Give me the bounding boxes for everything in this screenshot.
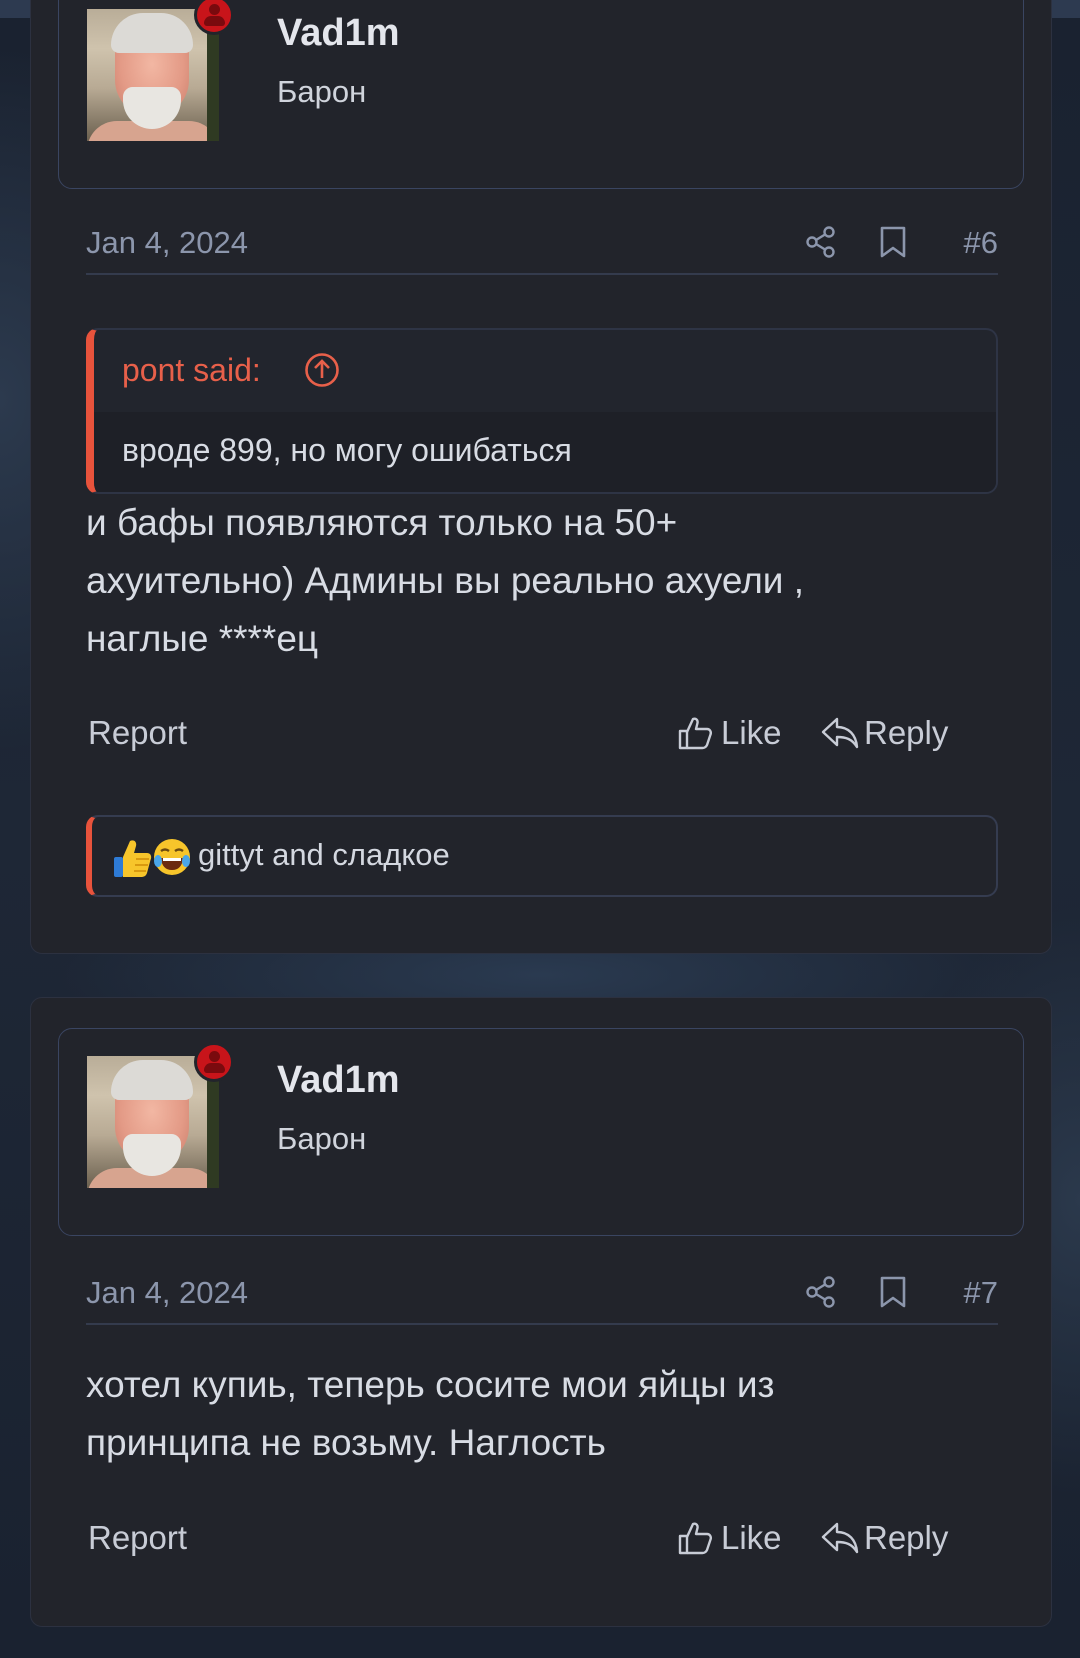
post-body: и бафы появляются только на 50+ ахуитель… [86, 494, 986, 668]
post-number[interactable]: #7 [964, 1275, 998, 1311]
thumbs-up-icon [678, 1522, 712, 1555]
laughing-emoji-icon [154, 839, 190, 875]
post-date[interactable]: Jan 4, 2024 [86, 1275, 248, 1311]
user-block: Vad1m Барон [58, 1028, 1024, 1236]
post-text-line: ахуительно) Админы вы реально ахуели , [86, 560, 805, 601]
share-icon[interactable] [804, 1275, 838, 1309]
reactions-bar[interactable]: gittyt and сладкое [86, 815, 998, 897]
username[interactable]: Vad1m [277, 1059, 400, 1102]
thumbs-up-emoji-icon [114, 840, 152, 877]
bookmark-icon[interactable] [878, 1275, 908, 1309]
post-text-line: хотел купиь, теперь сосите мои яйцы из [86, 1364, 775, 1405]
post-text-line: наглые ****ец [86, 618, 319, 659]
like-label: Like [721, 1519, 782, 1556]
post-actions: Report Like Reply [86, 1513, 998, 1563]
reply-icon [821, 1522, 859, 1554]
user-block: Vad1m Барон [58, 0, 1024, 189]
user-title: Барон [277, 74, 367, 109]
like-label: Like [721, 714, 782, 751]
reply-label: Reply [864, 714, 949, 751]
post-meta: Jan 4, 2024 #6 [86, 213, 998, 275]
post-text-line: и бафы появляются только на 50+ [86, 502, 678, 543]
post-date[interactable]: Jan 4, 2024 [86, 225, 248, 261]
arrow-up-circle-icon[interactable] [304, 352, 340, 388]
quote-text: вроде 899, но могу ошибаться [122, 432, 572, 468]
share-icon[interactable] [804, 225, 838, 259]
post-6: Vad1m Барон Jan 4, 2024 #6 pont said: вр… [30, 0, 1052, 954]
online-status-icon [194, 1042, 234, 1082]
reply-icon [821, 717, 859, 749]
reactions-text[interactable]: gittyt and сладкое [198, 837, 450, 873]
reply-label: Reply [864, 1519, 949, 1556]
bookmark-icon[interactable] [878, 225, 908, 259]
post-7: Vad1m Барон Jan 4, 2024 #7 хотел купиь, … [30, 997, 1052, 1627]
quote-block: pont said: вроде 899, но могу ошибаться [86, 328, 998, 494]
thumbs-up-icon [678, 717, 712, 750]
post-body: хотел купиь, теперь сосите мои яйцы из п… [86, 1356, 986, 1472]
report-button[interactable]: Report [88, 714, 187, 752]
user-title: Барон [277, 1121, 367, 1156]
quote-author[interactable]: pont said: [122, 352, 261, 389]
report-button[interactable]: Report [88, 1519, 187, 1557]
post-number[interactable]: #6 [964, 225, 998, 261]
username[interactable]: Vad1m [277, 12, 400, 55]
post-actions: Report Like Reply [86, 708, 998, 758]
post-text-line: принципа не возьму. Наглость [86, 1422, 606, 1463]
online-status-icon [194, 0, 234, 35]
post-meta: Jan 4, 2024 #7 [86, 1263, 998, 1325]
